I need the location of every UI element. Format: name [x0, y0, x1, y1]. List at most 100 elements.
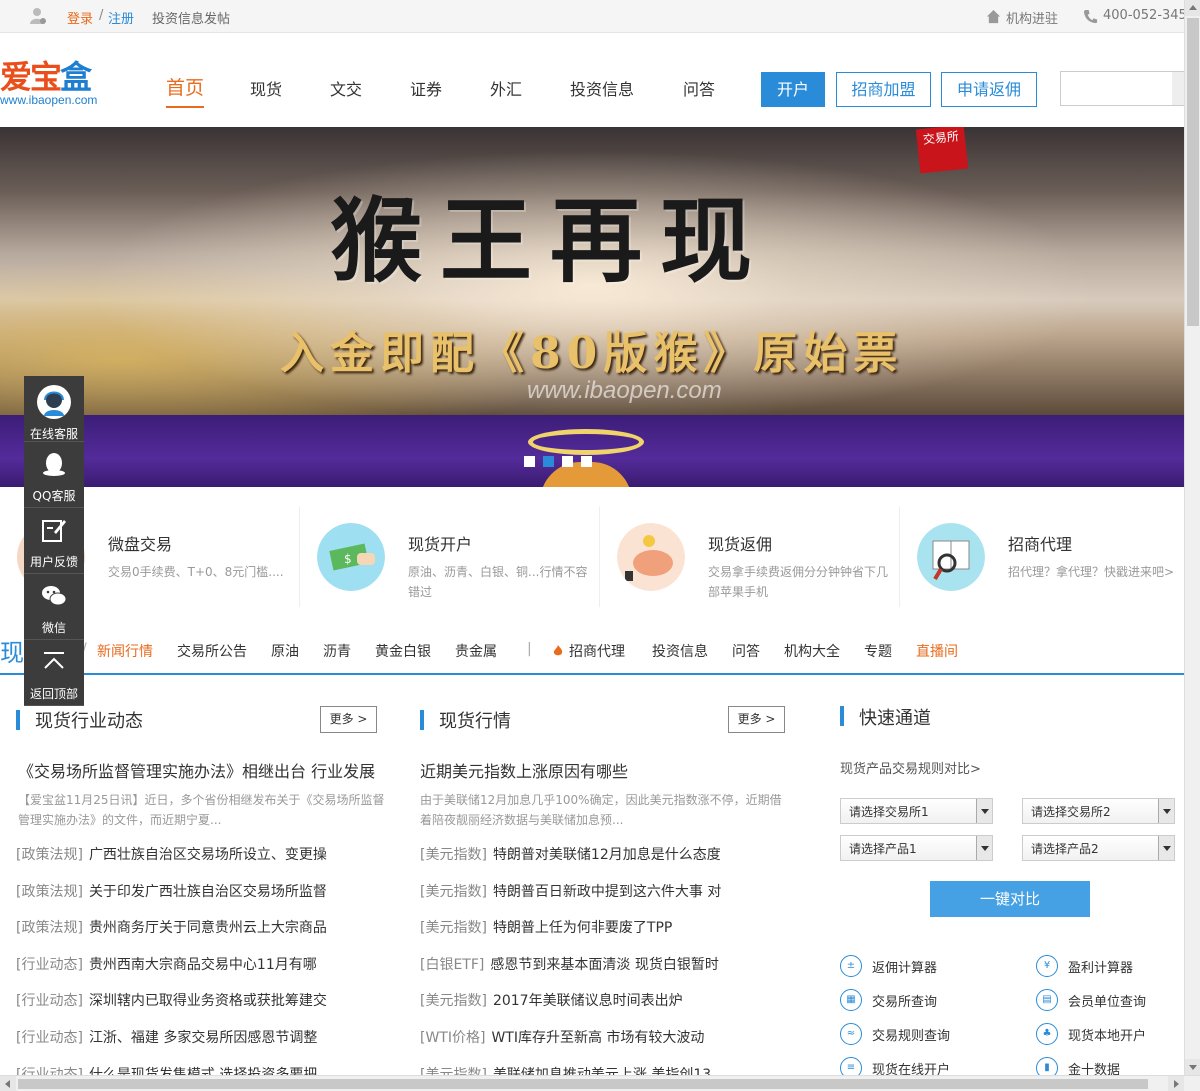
- post-info-link[interactable]: 投资信息发帖: [152, 8, 230, 27]
- news-tag[interactable]: [行业动态]: [16, 1030, 83, 1046]
- hero-banner[interactable]: 猴王再现 入金即配《80版猴》原始票 www.ibaopen.com 交易所: [0, 127, 1184, 487]
- list-item[interactable]: [美元指数] 特朗普百日新政中提到这六件大事 对: [420, 883, 721, 920]
- news-tag[interactable]: [美元指数]: [420, 884, 487, 900]
- news-title[interactable]: 关于印发广西壮族自治区交易场所监督: [89, 884, 327, 900]
- subnav-investment-info[interactable]: 投资信息: [652, 641, 708, 661]
- list-item[interactable]: [政策法规] 广西壮族自治区交易场所设立、变更操: [16, 846, 327, 883]
- more-button[interactable]: 更多 >: [320, 706, 377, 733]
- subnav-agency[interactable]: 招商代理: [553, 641, 625, 661]
- exchange-query-link[interactable]: ▦ 交易所查询: [840, 989, 937, 1011]
- feature-spot-account[interactable]: $ 现货开户 原油、沥青、白银、铜...行情不容错过: [300, 507, 600, 607]
- carousel-dot[interactable]: [581, 456, 592, 467]
- list-item[interactable]: [行业动态] 深圳辖内已取得业务资格或获批筹建交: [16, 992, 327, 1029]
- online-service-button[interactable]: 在线客服: [24, 376, 84, 442]
- scroll-thumb[interactable]: [18, 1079, 1148, 1089]
- news-tag[interactable]: [美元指数]: [420, 847, 487, 863]
- scroll-up-arrow[interactable]: [1185, 0, 1200, 16]
- nav-qa[interactable]: 问答: [683, 76, 715, 100]
- open-account-button[interactable]: 开户: [761, 72, 825, 107]
- subnav-precious-metals[interactable]: 贵金属: [455, 641, 497, 661]
- news-title[interactable]: 2017年美联储议息时间表出炉: [493, 993, 683, 1009]
- search-input[interactable]: [1060, 71, 1184, 106]
- franchise-button[interactable]: 招商加盟: [836, 72, 931, 107]
- nav-investment-info[interactable]: 投资信息: [570, 76, 634, 100]
- headline-link[interactable]: 近期美元指数上涨原因有哪些: [420, 758, 628, 782]
- news-title[interactable]: 特朗普对美联储12月加息是什么态度: [493, 847, 721, 863]
- list-item[interactable]: [行业动态] 贵州西南大宗商品交易中心11月有哪: [16, 956, 327, 993]
- list-item[interactable]: [白银ETF] 感恩节到来基本面清淡 现货白银暂时: [420, 956, 721, 993]
- compare-rules-link[interactable]: 现货产品交易规则对比>: [840, 758, 981, 777]
- login-link[interactable]: 登录: [67, 8, 93, 27]
- list-item[interactable]: [政策法规] 贵州商务厅关于同意贵州云上大宗商品: [16, 919, 327, 956]
- news-tag[interactable]: [行业动态]: [16, 957, 83, 973]
- subnav-asphalt[interactable]: 沥青: [323, 641, 351, 661]
- news-title[interactable]: 感恩节到来基本面清淡 现货白银暂时: [490, 957, 718, 973]
- subnav-exchange-notice[interactable]: 交易所公告: [177, 641, 247, 661]
- news-title[interactable]: 深圳辖内已取得业务资格或获批筹建交: [89, 993, 327, 1009]
- rebate-calculator-link[interactable]: ± 返佣计算器: [840, 955, 937, 977]
- list-item[interactable]: [政策法规] 关于印发广西壮族自治区交易场所监督: [16, 883, 327, 920]
- news-tag[interactable]: [行业动态]: [16, 993, 83, 1009]
- subnav-crude-oil[interactable]: 原油: [271, 641, 299, 661]
- scroll-thumb[interactable]: [1187, 18, 1199, 326]
- site-logo[interactable]: 爱宝盒 www.ibaopen.com: [0, 60, 97, 106]
- carousel-dot[interactable]: [524, 456, 535, 467]
- nav-spot[interactable]: 现货: [250, 76, 282, 100]
- carousel-dot-active[interactable]: [543, 456, 554, 467]
- more-button[interactable]: 更多 >: [728, 706, 785, 733]
- news-title[interactable]: 广西壮族自治区交易场所设立、变更操: [89, 847, 327, 863]
- list-item[interactable]: [WTI价格] WTI库存升至新高 市场有较大波动: [420, 1029, 721, 1066]
- news-title[interactable]: 贵州商务厅关于同意贵州云上大宗商品: [89, 920, 327, 936]
- news-title[interactable]: 特朗普上任为何非要废了TPP: [493, 920, 672, 936]
- rebate-button[interactable]: 申请返佣: [941, 72, 1037, 107]
- news-title[interactable]: WTI库存升至新高 市场有较大波动: [491, 1030, 704, 1046]
- carousel-dot[interactable]: [562, 456, 573, 467]
- search-button[interactable]: [1172, 72, 1184, 105]
- news-tag[interactable]: [美元指数]: [420, 920, 487, 936]
- profit-calculator-link[interactable]: ¥ 盈利计算器: [1036, 955, 1133, 977]
- exchange-select-1[interactable]: 请选择交易所1: [840, 798, 993, 824]
- subnav-news[interactable]: 新闻行情: [97, 641, 153, 661]
- back-to-top-button[interactable]: 返回顶部: [24, 640, 84, 706]
- local-account-link[interactable]: ♣ 现货本地开户: [1036, 1023, 1146, 1045]
- news-tag[interactable]: [政策法规]: [16, 920, 83, 936]
- news-tag[interactable]: [白银ETF]: [420, 957, 484, 973]
- compare-button[interactable]: 一键对比: [930, 881, 1090, 917]
- nav-forex[interactable]: 外汇: [490, 76, 522, 100]
- nav-culture[interactable]: 文交: [330, 76, 362, 100]
- horizontal-scrollbar[interactable]: [0, 1075, 1200, 1091]
- subnav-topics[interactable]: 专题: [864, 641, 892, 661]
- qq-service-button[interactable]: QQ客服: [24, 442, 84, 508]
- product-select-2[interactable]: 请选择产品2: [1022, 835, 1175, 861]
- member-query-link[interactable]: ▤ 会员单位查询: [1036, 989, 1146, 1011]
- scroll-right-arrow[interactable]: [1168, 1076, 1184, 1091]
- news-tag[interactable]: [政策法规]: [16, 884, 83, 900]
- trading-rules-link[interactable]: ≈ 交易规则查询: [840, 1023, 950, 1045]
- list-item[interactable]: [美元指数] 特朗普对美联储12月加息是什么态度: [420, 846, 721, 883]
- list-item[interactable]: [美元指数] 特朗普上任为何非要废了TPP: [420, 919, 721, 956]
- nav-securities[interactable]: 证券: [410, 76, 442, 100]
- news-title[interactable]: 特朗普百日新政中提到这六件大事 对: [493, 884, 721, 900]
- news-title[interactable]: 江浙、福建 多家交易所因感恩节调整: [89, 1030, 317, 1046]
- news-title[interactable]: 贵州西南大宗商品交易中心11月有哪: [89, 957, 317, 973]
- scroll-down-arrow[interactable]: [1185, 1059, 1200, 1075]
- news-tag[interactable]: [WTI价格]: [420, 1030, 485, 1046]
- list-item[interactable]: [行业动态] 江浙、福建 多家交易所因感恩节调整: [16, 1029, 327, 1066]
- subnav-institutions[interactable]: 机构大全: [784, 641, 840, 661]
- subnav-live[interactable]: 直播间: [916, 641, 958, 661]
- institution-link[interactable]: 机构进驻: [986, 8, 1058, 27]
- vertical-scrollbar[interactable]: [1184, 0, 1200, 1091]
- headline-link[interactable]: 《交易场所监督管理实施办法》相继出台 行业发展: [18, 758, 375, 782]
- register-link[interactable]: 注册: [108, 8, 134, 27]
- wechat-button[interactable]: 微信: [24, 574, 84, 640]
- feedback-button[interactable]: 用户反馈: [24, 508, 84, 574]
- news-tag[interactable]: [政策法规]: [16, 847, 83, 863]
- product-select-1[interactable]: 请选择产品1: [840, 835, 993, 861]
- feature-spot-rebate[interactable]: 现货返佣 交易拿手续费返佣分分钟钟省下几部苹果手机: [600, 507, 900, 607]
- feature-agency[interactable]: 招商代理 招代理？拿代理？快戳进来吧>: [900, 507, 1200, 607]
- subnav-gold-silver[interactable]: 黄金白银: [375, 641, 431, 661]
- nav-home[interactable]: 首页: [166, 73, 205, 108]
- news-tag[interactable]: [美元指数]: [420, 993, 487, 1009]
- scroll-left-arrow[interactable]: [0, 1076, 16, 1091]
- list-item[interactable]: [美元指数] 2017年美联储议息时间表出炉: [420, 992, 721, 1029]
